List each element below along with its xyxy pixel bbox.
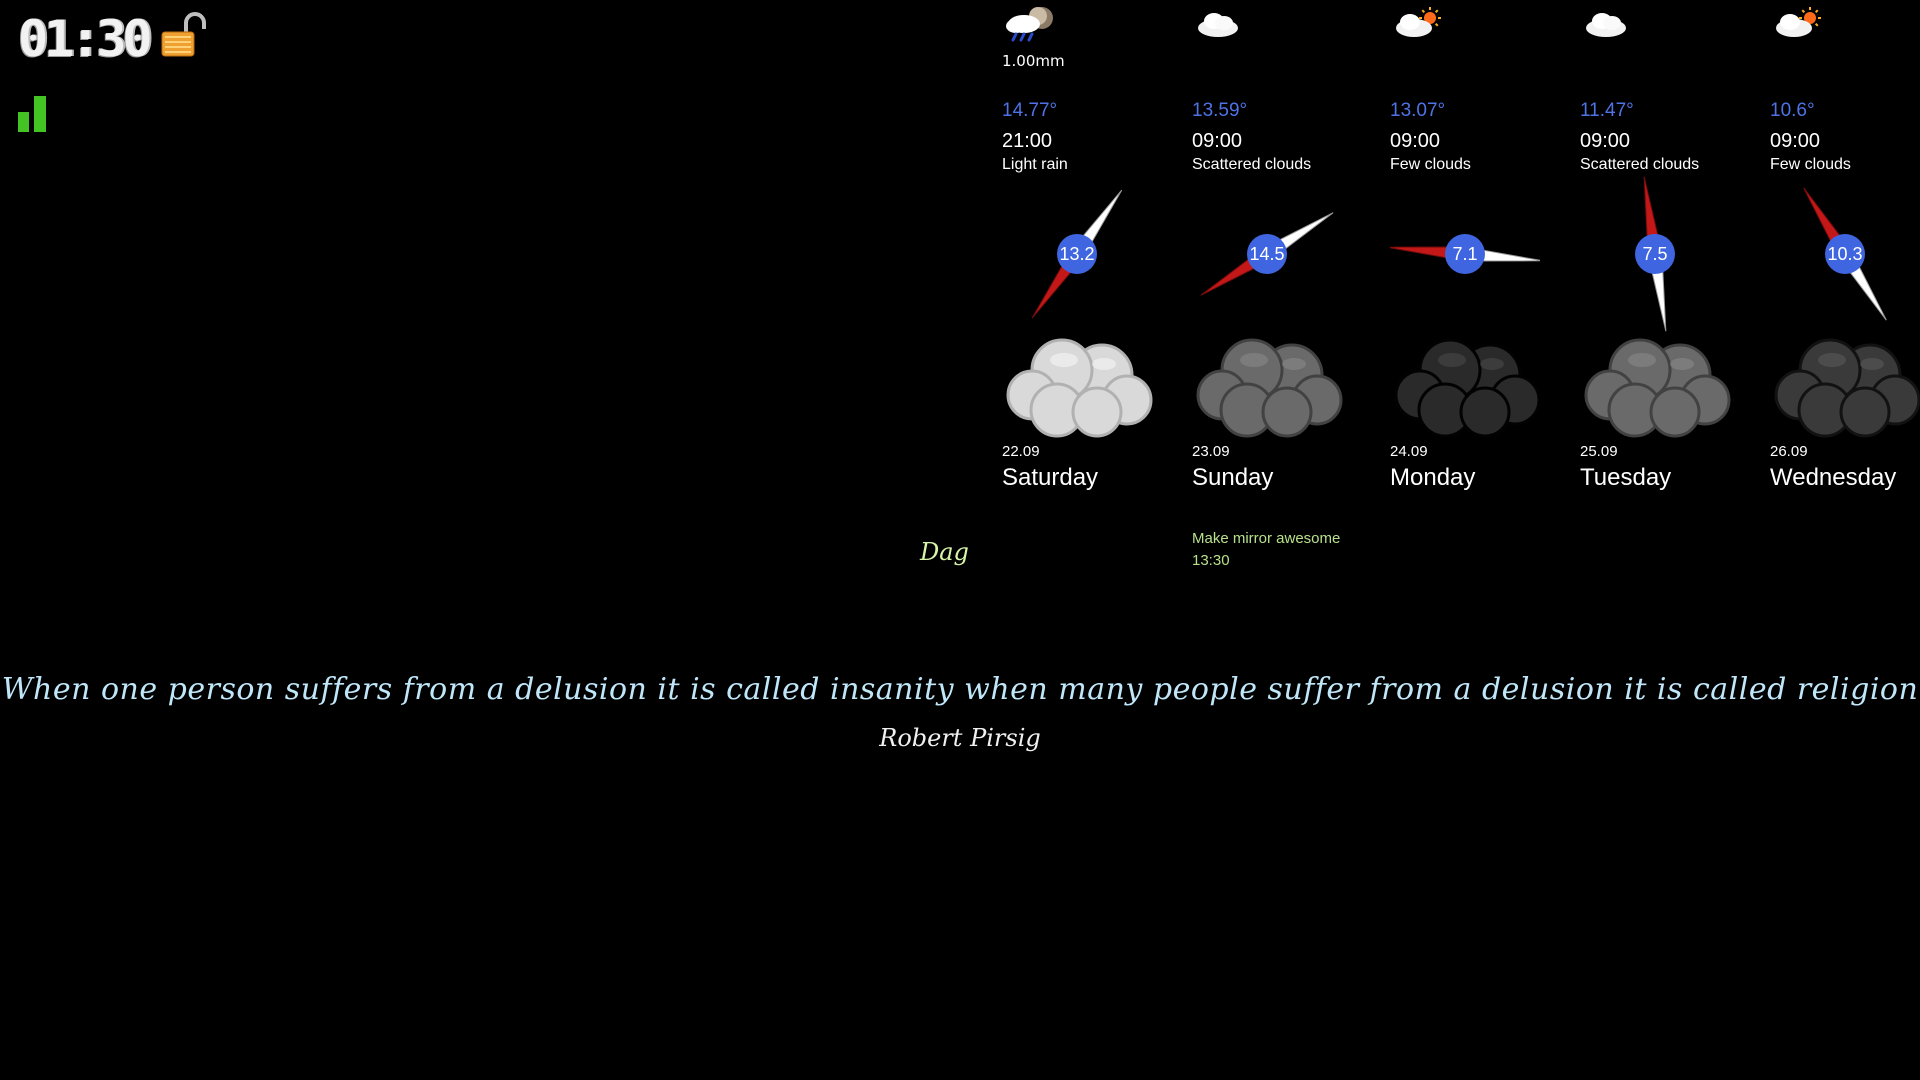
forecast-time: 09:00	[1580, 130, 1631, 152]
forecast-date: 22.09	[1002, 443, 1040, 460]
forecast-day-name: Monday	[1390, 464, 1476, 491]
weather-description: Scattered clouds	[1192, 156, 1312, 173]
cloud-icon	[1198, 13, 1238, 37]
wind-speed-badge: 10.3	[1825, 234, 1865, 274]
cloud-icon	[1586, 13, 1626, 37]
partly-sunny-icon	[1776, 7, 1821, 37]
forecast-day-name: Wednesday	[1770, 464, 1897, 491]
wind-speed-badge: 7.1	[1445, 234, 1485, 274]
forecast-time: 09:00	[1390, 130, 1441, 152]
forecast-day: 13.59° 09:00 Scattered clouds 14.5 23.09 Sund…	[1192, 0, 1382, 500]
wind-indicator: 7.5	[1580, 176, 1730, 336]
forecast-day: 11.47° 09:00 Scattered clouds 7.5 25.09 Tuesd…	[1580, 0, 1770, 500]
weather-description: Few clouds	[1770, 156, 1851, 173]
forecast-day: 1.00mm 14.77° 21:00 Light rain 13.2 22.09 Satu…	[1002, 0, 1192, 500]
weather-description: Scattered clouds	[1580, 156, 1700, 173]
wind-speed-badge: 14.5	[1247, 234, 1287, 274]
cloud-dark-icon	[1774, 338, 1920, 438]
forecast-day-name: Sunday	[1192, 464, 1274, 491]
cloud-gray-icon	[1196, 338, 1343, 438]
wind-speed-badge: 7.5	[1635, 234, 1675, 274]
forecast-day: 13.07° 09:00 Few clouds 7.1 24.09 Monday	[1390, 0, 1580, 500]
quote-author: Robert Pirsig	[879, 724, 1041, 752]
forecast-time: 09:00	[1192, 130, 1243, 152]
cloud-light-icon	[1006, 338, 1153, 438]
clock-time: 01:30	[18, 10, 153, 68]
rain-night-icon	[1006, 7, 1053, 42]
padlock-open-icon	[161, 12, 206, 57]
calendar-label: Dag	[920, 538, 969, 566]
agenda-event: Make mirror awesome 13:30	[1192, 528, 1340, 572]
forecast-date: 24.09	[1390, 443, 1428, 460]
wind-indicator: 13.2	[1002, 176, 1152, 336]
agenda-event-time: 13:30	[1192, 552, 1230, 569]
partly-sunny-icon	[1396, 7, 1441, 37]
wind-indicator: 14.5	[1192, 176, 1342, 336]
wind-indicator: 10.3	[1770, 176, 1920, 336]
signal-bars-icon	[18, 96, 46, 132]
temperature: 13.07°	[1390, 100, 1446, 121]
mirror-screen: 01:30 1.00mm 14.77° 21:00 Light rain 13.2 22.…	[0, 0, 1920, 1080]
agenda-event-title: Make mirror awesome	[1192, 530, 1341, 547]
temperature: 11.47°	[1580, 100, 1634, 121]
quote-text: When one person suffers from a delusion …	[1, 672, 1919, 707]
forecast-time: 09:00	[1770, 130, 1821, 152]
forecast-day: 10.6° 09:00 Few clouds 10.3 26.09 Wednesday	[1770, 0, 1920, 500]
weather-description: Few clouds	[1390, 156, 1471, 173]
forecast-day-name: Saturday	[1002, 464, 1099, 491]
cloud-dark-icon	[1394, 338, 1541, 438]
forecast-date: 26.09	[1770, 443, 1808, 460]
forecast-date: 25.09	[1580, 443, 1618, 460]
wind-indicator: 7.1	[1390, 176, 1540, 336]
wind-speed-badge: 13.2	[1057, 234, 1097, 274]
forecast-date: 23.09	[1192, 443, 1230, 460]
forecast-time: 21:00	[1002, 130, 1053, 152]
temperature: 13.59°	[1192, 100, 1248, 121]
temperature: 10.6°	[1770, 100, 1815, 121]
precipitation-amount: 1.00mm	[1002, 52, 1065, 70]
weather-description: Light rain	[1002, 156, 1068, 173]
temperature: 14.77°	[1002, 100, 1058, 121]
forecast-day-name: Tuesday	[1580, 464, 1672, 491]
cloud-gray-icon	[1584, 338, 1731, 438]
